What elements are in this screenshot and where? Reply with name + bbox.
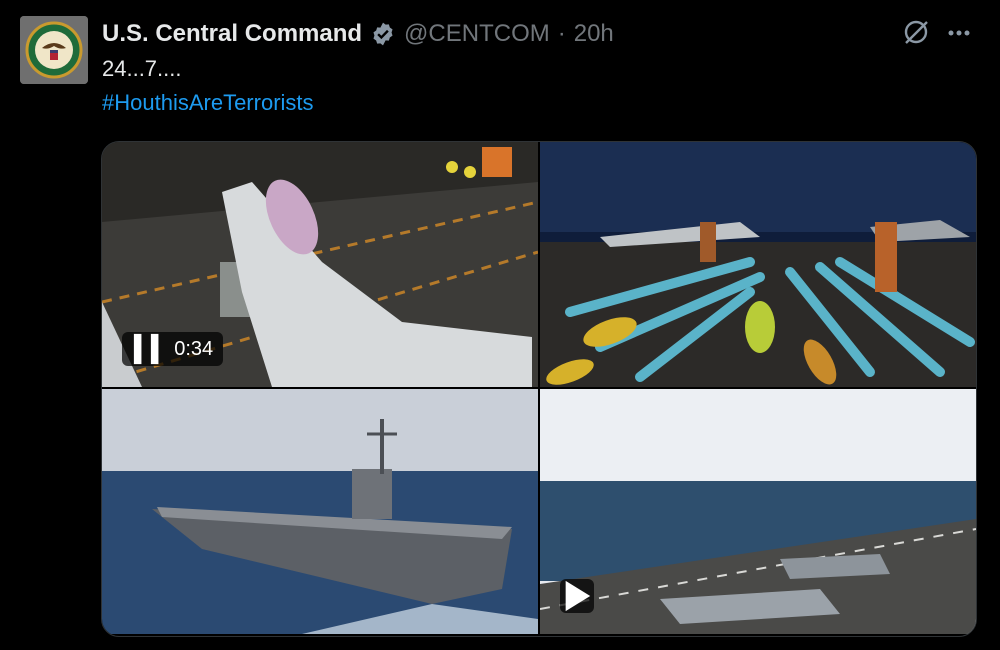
more-icon[interactable]: [946, 20, 972, 46]
avatar[interactable]: [20, 16, 88, 84]
author-handle[interactable]: @CENTCOM: [404, 20, 550, 48]
video-duration: 0:34: [174, 337, 214, 360]
media-video-jet[interactable]: 0:34: [102, 142, 538, 387]
carrier-image: [102, 389, 538, 634]
munitions-image: [540, 142, 976, 387]
media-grid: 0:34: [101, 141, 977, 637]
play-icon[interactable]: [560, 579, 594, 613]
post-text: 24...7....: [102, 56, 182, 81]
media-image-carrier[interactable]: [102, 389, 538, 634]
hashtag-link[interactable]: #HouthisAreTerrorists: [102, 90, 314, 116]
author-name[interactable]: U.S. Central Command: [102, 20, 362, 48]
verified-badge-icon: [373, 22, 393, 46]
deck-sea-image: [540, 389, 976, 634]
media-video-deck[interactable]: [540, 389, 976, 634]
media-image-munitions[interactable]: [540, 142, 976, 387]
grok-icon[interactable]: [902, 18, 930, 46]
pause-icon[interactable]: [132, 332, 162, 366]
centcom-seal-icon: [20, 16, 88, 84]
separator: ·: [557, 20, 566, 47]
video-play-control[interactable]: [560, 579, 594, 613]
post-time[interactable]: 20h: [574, 20, 614, 48]
video-controls[interactable]: 0:34: [122, 332, 224, 366]
